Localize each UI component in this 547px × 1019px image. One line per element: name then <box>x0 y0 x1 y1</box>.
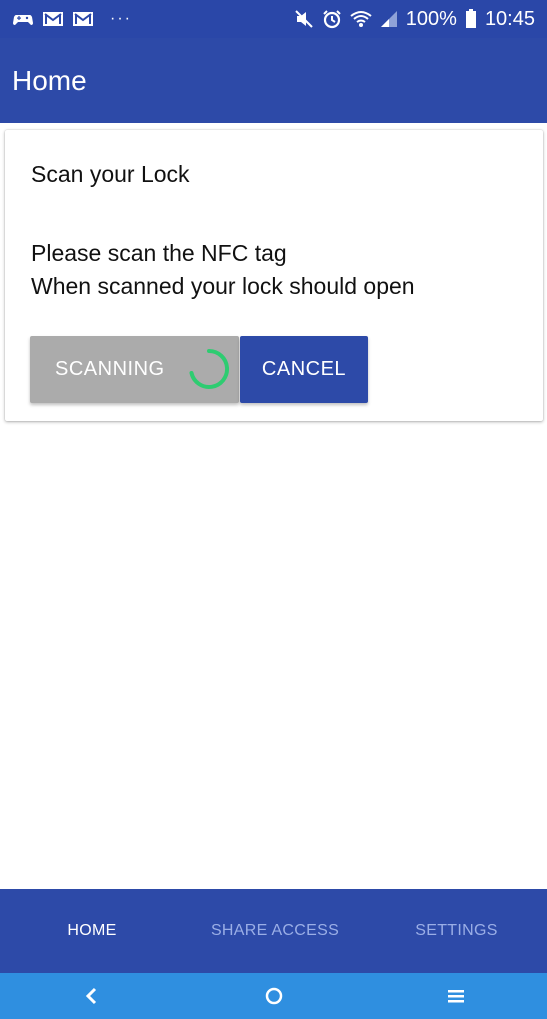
page-title: Home <box>12 65 87 96</box>
overflow-dots: ··· <box>110 10 132 27</box>
scan-card: Scan your Lock Please scan the NFC tag W… <box>5 130 543 421</box>
battery-percent: 100% <box>405 7 457 30</box>
signal-icon <box>380 10 398 28</box>
home-circle-icon <box>265 987 283 1005</box>
status-left: ··· <box>12 10 132 28</box>
tab-settings[interactable]: SETTINGS <box>366 889 547 973</box>
card-body: Please scan the NFC tag When scanned you… <box>31 237 415 303</box>
scanning-button[interactable]: SCANNING <box>30 336 239 403</box>
tab-share-access[interactable]: SHARE ACCESS <box>184 889 366 973</box>
status-right: 100% 10:45 <box>294 8 535 31</box>
card-title: Scan your Lock <box>31 161 190 187</box>
status-bar: ··· 100% 10:45 <box>0 0 547 38</box>
menu-lines-icon <box>448 990 464 1003</box>
instruction-line-2: When scanned your lock should open <box>31 273 415 299</box>
home-button[interactable] <box>244 973 304 1019</box>
wifi-icon <box>350 9 372 29</box>
spinner-icon <box>189 348 230 389</box>
clock: 10:45 <box>484 7 535 30</box>
mute-icon <box>294 9 314 29</box>
game-controller-icon <box>12 10 34 28</box>
mail-icon <box>42 10 64 28</box>
instruction-line-1: Please scan the NFC tag <box>31 240 287 266</box>
recents-button[interactable] <box>426 973 486 1019</box>
battery-icon <box>465 9 477 29</box>
tab-home[interactable]: HOME <box>0 889 184 973</box>
scanning-label: SCANNING <box>55 358 165 380</box>
system-nav-bar <box>0 973 547 1019</box>
back-icon <box>85 987 97 1005</box>
back-button[interactable] <box>62 973 122 1019</box>
app-bar: Home <box>0 38 547 123</box>
alarm-icon <box>322 9 342 29</box>
bottom-nav: HOME SHARE ACCESS SETTINGS <box>0 889 547 973</box>
cancel-button[interactable]: CANCEL <box>240 336 368 403</box>
mail-icon <box>72 10 94 28</box>
